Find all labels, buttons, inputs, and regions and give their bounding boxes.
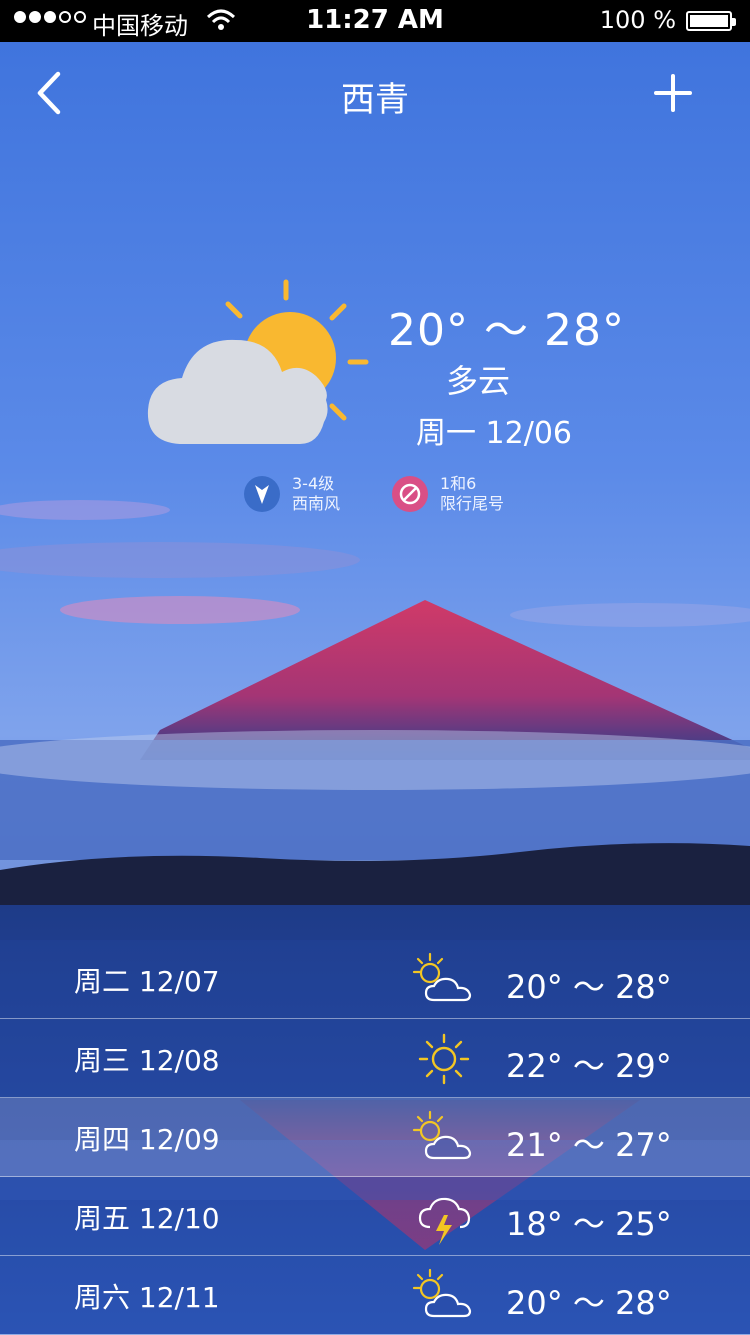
partly-cloudy-icon xyxy=(147,279,369,444)
wind-info: 3-4级 西南风 xyxy=(244,474,340,514)
today-date: 周一 12/06 xyxy=(416,416,572,451)
forecast-temperature-range: 21° ～ 27° xyxy=(506,1126,672,1164)
restriction-info: 1和6 限行尾号 xyxy=(392,474,504,514)
forecast-row[interactable]: 周五 12/10 18° ～ 25° xyxy=(0,1177,750,1256)
forecast-day-date: 周六 12/11 xyxy=(74,1281,220,1314)
forecast-day-date: 周四 12/09 xyxy=(74,1123,220,1156)
forecast-row[interactable]: 周六 12/11 20° ～ 28° xyxy=(0,1256,750,1335)
city-title: 西青 xyxy=(341,80,409,120)
forecast-list: 周二 12/07 20° ～ 28° 周三 12/08 22° ～ 29° 周四… xyxy=(0,940,750,1335)
today-condition: 多云 xyxy=(446,362,511,400)
forecast-row[interactable]: 周四 12/09 21° ～ 27° xyxy=(0,1098,750,1177)
battery-percentage: 100 % xyxy=(599,6,676,34)
add-city-icon[interactable] xyxy=(650,70,696,116)
forecast-row[interactable]: 周三 12/08 22° ～ 29° xyxy=(0,1019,750,1098)
forecast-temperature-range: 20° ～ 28° xyxy=(506,1284,672,1322)
forecast-day-date: 周五 12/10 xyxy=(74,1202,220,1235)
partly-cloudy-icon xyxy=(412,952,472,1002)
thunderstorm-icon xyxy=(418,1197,471,1245)
partly-cloudy-icon xyxy=(412,1268,472,1318)
forecast-temperature-range: 18° ～ 25° xyxy=(506,1205,672,1243)
forecast-temperature-range: 22° ～ 29° xyxy=(506,1047,672,1085)
wind-level: 3-4级 xyxy=(292,474,335,493)
no-entry-icon xyxy=(392,476,428,512)
forecast-row[interactable]: 周二 12/07 20° ～ 28° xyxy=(0,940,750,1019)
today-temperature-range: 20° ～ 28° xyxy=(388,305,625,356)
forecast-day-date: 周三 12/08 xyxy=(74,1044,220,1077)
forecast-temperature-range: 20° ～ 28° xyxy=(506,968,672,1006)
partly-cloudy-icon xyxy=(412,1110,472,1160)
battery-icon xyxy=(686,11,736,31)
restriction-numbers: 1和6 xyxy=(440,474,477,493)
wind-direction-icon xyxy=(244,476,280,512)
forecast-day-date: 周二 12/07 xyxy=(74,965,220,998)
status-bar: 中国移动 11:27 AM 100 % xyxy=(0,0,750,42)
restriction-label: 限行尾号 xyxy=(440,494,505,513)
wind-direction: 西南风 xyxy=(292,494,341,513)
sun-icon xyxy=(418,1033,470,1085)
